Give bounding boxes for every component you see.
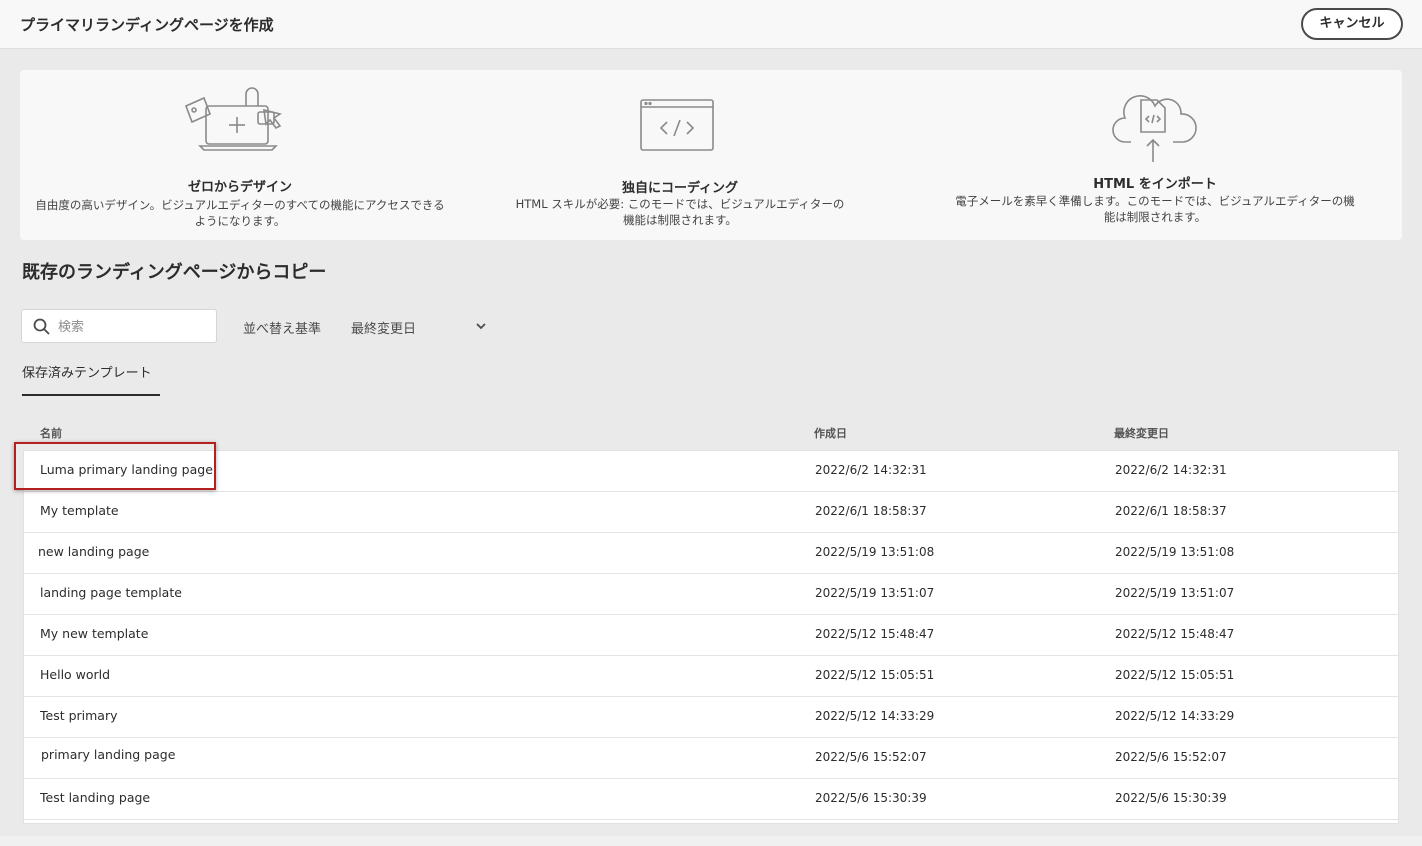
design-from-scratch-icon [184, 87, 282, 151]
column-header-created[interactable]: 作成日 [814, 425, 847, 441]
row-name: Hello world [40, 667, 111, 682]
code-window-icon [640, 99, 714, 151]
row-modified: 2022/5/12 14:33:29 [1115, 709, 1235, 723]
cloud-upload-icon [1112, 95, 1197, 162]
table-row[interactable]: primary landing page 2022/5/6 15:52:07 2… [24, 738, 1398, 779]
row-created: 2022/6/1 18:58:37 [815, 504, 927, 518]
card-description: HTML スキルが必要: このモードでは、ビジュアルエディターの機能は制限されま… [515, 197, 845, 227]
row-modified: 2022/5/12 15:48:47 [1115, 627, 1235, 641]
row-created: 2022/5/6 15:52:07 [815, 750, 927, 764]
card-title: 独自にコーディング [621, 181, 739, 196]
table-row[interactable]: My template 2022/6/1 18:58:37 2022/6/1 1… [24, 492, 1398, 533]
highlight-box [14, 442, 216, 490]
row-modified: 2022/6/2 14:32:31 [1115, 463, 1227, 477]
row-created: 2022/5/19 13:51:07 [815, 586, 935, 600]
card-description: 自由度の高いデザイン。ビジュアルエディターのすべての機能にアクセスできるようにな… [35, 198, 445, 228]
creation-options-panel: ゼロからデザイン 自由度の高いデザイン。ビジュアルエディターのすべての機能にアク… [20, 70, 1402, 240]
row-name: Test primary [40, 708, 118, 723]
card-description: 電子メールを素早く準備します。このモードでは、ビジュアルエディターの機能は制限さ… [955, 194, 1355, 224]
tab-selected-indicator [22, 394, 160, 396]
cancel-button[interactable]: キャンセル [1301, 8, 1403, 40]
templates-table: Luma primary landing page 2022/6/2 14:32… [23, 450, 1399, 824]
row-modified: 2022/5/6 15:52:07 [1115, 750, 1227, 764]
row-created: 2022/5/6 15:30:39 [815, 791, 927, 805]
row-modified: 2022/5/12 15:05:51 [1115, 668, 1235, 682]
header-bar: プライマリランディングページを作成 キャンセル [0, 0, 1422, 49]
sort-dropdown[interactable]: 最終変更日 [351, 314, 493, 340]
card-title: ゼロからデザイン [187, 180, 292, 195]
row-created: 2022/5/12 15:48:47 [815, 627, 935, 641]
row-name: My new template [40, 626, 149, 641]
table-row[interactable]: Hello world 2022/5/12 15:05:51 2022/5/12… [24, 656, 1398, 697]
row-name: landing page template [40, 585, 182, 600]
row-name: new landing page [38, 544, 150, 559]
table-row[interactable]: landing page template 2022/5/19 13:51:07… [24, 574, 1398, 615]
card-title: HTML をインポート [1093, 177, 1217, 192]
table-row[interactable]: Luma primary landing page 2022/6/2 14:32… [24, 451, 1398, 492]
row-modified: 2022/5/19 13:51:08 [1115, 545, 1235, 559]
row-created: 2022/5/19 13:51:08 [815, 545, 935, 559]
row-name: primary landing page [41, 747, 176, 762]
row-modified: 2022/5/19 13:51:07 [1115, 586, 1235, 600]
bottom-edge [0, 836, 1422, 846]
table-row[interactable]: Test primary 2022/5/12 14:33:29 2022/5/1… [24, 697, 1398, 738]
row-modified: 2022/6/1 18:58:37 [1115, 504, 1227, 518]
search-field[interactable] [21, 309, 217, 343]
column-header-name[interactable]: 名前 [40, 425, 62, 441]
design-from-scratch-card[interactable]: ゼロからデザイン 自由度の高いデザイン。ビジュアルエディターのすべての機能にアク… [20, 70, 460, 240]
row-created: 2022/5/12 15:05:51 [815, 668, 935, 682]
chevron-down-icon [476, 323, 486, 330]
tab-saved-templates[interactable]: 保存済みテンプレート [22, 362, 160, 396]
tab-label: 保存済みテンプレート [22, 366, 152, 381]
sort-value: 最終変更日 [351, 322, 417, 337]
table-row[interactable]: My new template 2022/5/12 15:48:47 2022/… [24, 615, 1398, 656]
search-input[interactable] [56, 316, 210, 338]
row-name: My template [40, 503, 119, 518]
row-name: Test landing page [40, 790, 151, 805]
row-modified: 2022/5/6 15:30:39 [1115, 791, 1227, 805]
import-html-card[interactable]: HTML をインポート 電子メールを素早く準備します。このモードでは、ビジュアル… [955, 70, 1355, 240]
table-row[interactable]: new landing page 2022/5/19 13:51:08 2022… [24, 533, 1398, 574]
copy-section-title: 既存のランディングページからコピー [22, 262, 327, 283]
sort-label: 並べ替え基準 [243, 322, 322, 337]
search-icon [33, 318, 50, 335]
page-title: プライマリランディングページを作成 [20, 16, 274, 34]
row-created: 2022/6/2 14:32:31 [815, 463, 927, 477]
code-your-own-card[interactable]: 独自にコーディング HTML スキルが必要: このモードでは、ビジュアルエディタ… [495, 70, 865, 240]
table-row[interactable]: Test landing page 2022/5/6 15:30:39 2022… [24, 779, 1398, 820]
column-header-modified[interactable]: 最終変更日 [1114, 425, 1169, 441]
row-created: 2022/5/12 14:33:29 [815, 709, 935, 723]
